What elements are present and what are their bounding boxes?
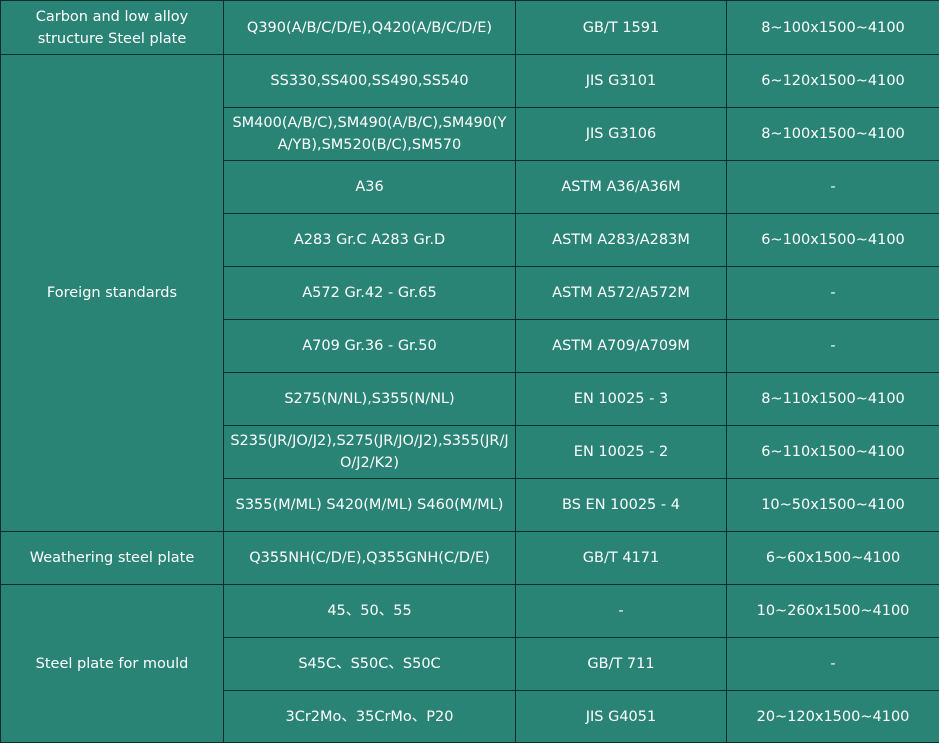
size-cell: - <box>727 267 939 320</box>
standard-cell: ASTM A572/A572M <box>516 267 727 320</box>
standard-cell: ASTM A283/A283M <box>516 214 727 267</box>
grade-cell: A572 Gr.42 - Gr.65 <box>224 267 516 320</box>
size-cell: 6~100x1500~4100 <box>727 214 939 267</box>
table-row: Weathering steel plate Q355NH(C/D/E),Q35… <box>1 532 939 585</box>
size-cell: - <box>727 320 939 373</box>
grade-cell: A709 Gr.36 - Gr.50 <box>224 320 516 373</box>
category-cell: Carbon and low alloy structure Steel pla… <box>1 1 224 55</box>
size-cell: 6~120x1500~4100 <box>727 55 939 108</box>
grade-cell: S45C、S50C、S50C <box>224 638 516 691</box>
grade-cell: Q390(A/B/C/D/E),Q420(A/B/C/D/E) <box>224 1 516 55</box>
category-cell: Weathering steel plate <box>1 532 224 585</box>
category-cell: Foreign standards <box>1 55 224 532</box>
grade-cell: SM400(A/B/C),SM490(A/B/C),SM490(YA/YB),S… <box>224 108 516 161</box>
size-cell: 10~50x1500~4100 <box>727 479 939 532</box>
grade-cell: S275(N/NL),S355(N/NL) <box>224 373 516 426</box>
size-cell: 8~110x1500~4100 <box>727 373 939 426</box>
size-cell: 6~60x1500~4100 <box>727 532 939 585</box>
table-row: Carbon and low alloy structure Steel pla… <box>1 1 939 55</box>
standard-cell: EN 10025 - 3 <box>516 373 727 426</box>
steel-plate-spec-table: Carbon and low alloy structure Steel pla… <box>0 0 939 743</box>
grade-cell: Q355NH(C/D/E),Q355GNH(C/D/E) <box>224 532 516 585</box>
size-cell: 20~120x1500~4100 <box>727 691 939 743</box>
size-cell: - <box>727 638 939 691</box>
standard-cell: EN 10025 - 2 <box>516 426 727 479</box>
standard-cell: ASTM A709/A709M <box>516 320 727 373</box>
standard-cell: BS EN 10025 - 4 <box>516 479 727 532</box>
grade-cell: 3Cr2Mo、35CrMo、P20 <box>224 691 516 743</box>
table-row: Steel plate for mould 45、50、55 - 10~260x… <box>1 585 939 638</box>
grade-cell: S355(M/ML) S420(M/ML) S460(M/ML) <box>224 479 516 532</box>
standard-cell: JIS G3101 <box>516 55 727 108</box>
size-cell: - <box>727 161 939 214</box>
category-cell: Steel plate for mould <box>1 585 224 743</box>
standard-cell: GB/T 1591 <box>516 1 727 55</box>
grade-cell: SS330,SS400,SS490,SS540 <box>224 55 516 108</box>
grade-cell: S235(JR/JO/J2),S275(JR/JO/J2),S355(JR/JO… <box>224 426 516 479</box>
size-cell: 8~100x1500~4100 <box>727 1 939 55</box>
table-row: Foreign standards SS330,SS400,SS490,SS54… <box>1 55 939 108</box>
standard-cell: JIS G3106 <box>516 108 727 161</box>
grade-cell: A36 <box>224 161 516 214</box>
grade-cell: A283 Gr.C A283 Gr.D <box>224 214 516 267</box>
standard-cell: ASTM A36/A36M <box>516 161 727 214</box>
size-cell: 10~260x1500~4100 <box>727 585 939 638</box>
size-cell: 6~110x1500~4100 <box>727 426 939 479</box>
standard-cell: GB/T 711 <box>516 638 727 691</box>
size-cell: 8~100x1500~4100 <box>727 108 939 161</box>
standard-cell: GB/T 4171 <box>516 532 727 585</box>
standard-cell: JIS G4051 <box>516 691 727 743</box>
standard-cell: - <box>516 585 727 638</box>
grade-cell: 45、50、55 <box>224 585 516 638</box>
table-body: Carbon and low alloy structure Steel pla… <box>1 1 939 743</box>
